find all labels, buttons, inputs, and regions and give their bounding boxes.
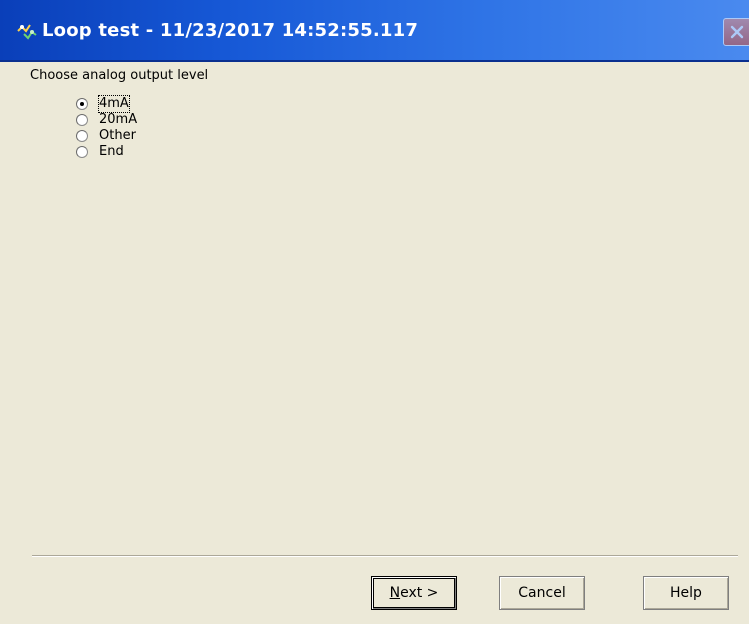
prompt-label: Choose analog output level xyxy=(30,68,209,83)
output-level-radio-group: 4mA 20mA Other End xyxy=(76,95,137,160)
radio-label-end[interactable]: End xyxy=(99,144,124,160)
radio-label-20ma[interactable]: 20mA xyxy=(99,112,137,128)
close-button[interactable] xyxy=(723,18,749,46)
radio-option-4ma[interactable]: 4mA xyxy=(76,95,137,113)
radio-label-other[interactable]: Other xyxy=(99,128,136,144)
button-separator xyxy=(32,555,738,557)
loop-test-dialog: Loop test - 11/23/2017 14:52:55.117 Choo… xyxy=(0,0,749,624)
close-icon xyxy=(730,25,744,39)
radio-label-4ma[interactable]: 4mA xyxy=(98,95,130,113)
help-button[interactable]: Help xyxy=(643,576,729,610)
radio-button[interactable] xyxy=(76,146,88,158)
radio-option-end[interactable]: End xyxy=(76,144,137,160)
loop-test-icon xyxy=(16,22,38,40)
window-title: Loop test - 11/23/2017 14:52:55.117 xyxy=(42,20,419,41)
radio-option-20ma[interactable]: 20mA xyxy=(76,112,137,128)
title-bar[interactable]: Loop test - 11/23/2017 14:52:55.117 xyxy=(0,0,749,62)
radio-button[interactable] xyxy=(76,114,88,126)
next-label: ext > xyxy=(400,585,439,601)
cancel-button[interactable]: Cancel xyxy=(499,576,585,610)
radio-button-checked[interactable] xyxy=(76,98,88,110)
next-button[interactable]: Next > xyxy=(371,576,457,610)
next-mnemonic: N xyxy=(389,585,401,601)
radio-option-other[interactable]: Other xyxy=(76,128,137,144)
radio-button[interactable] xyxy=(76,130,88,142)
